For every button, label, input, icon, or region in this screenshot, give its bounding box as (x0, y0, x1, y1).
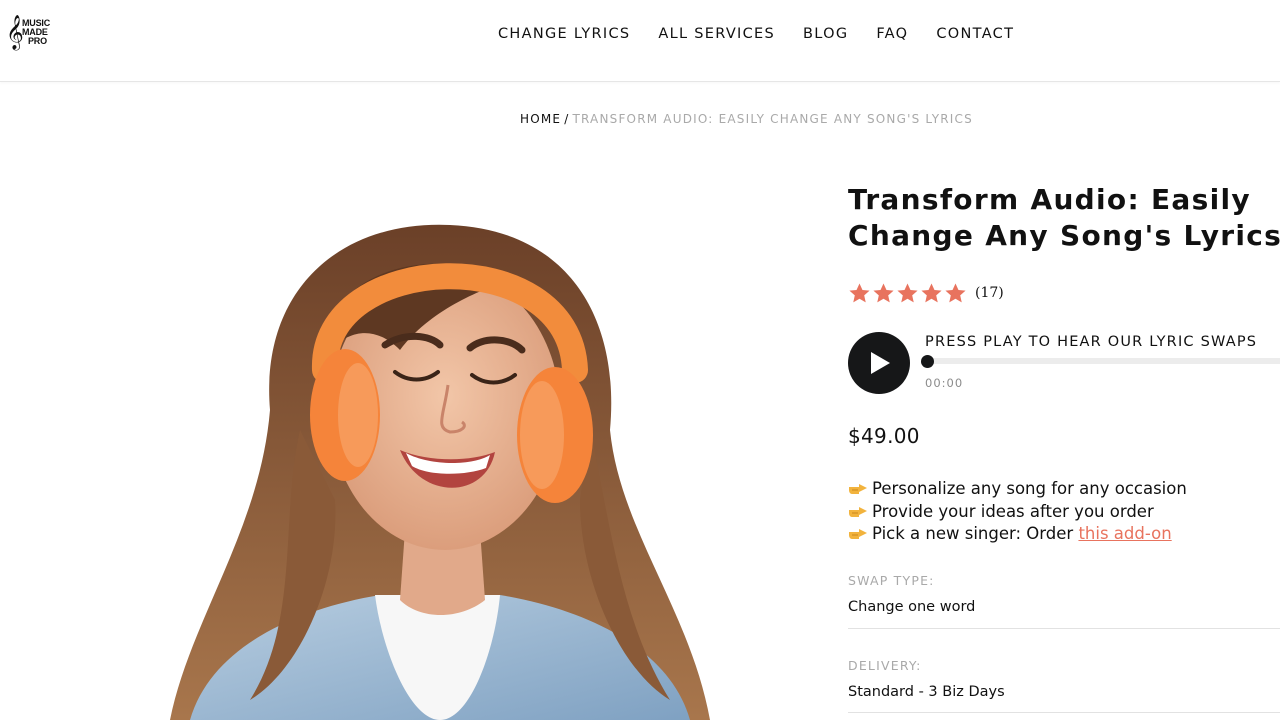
swap-type-select[interactable]: Change one word (848, 599, 975, 615)
delivery-select[interactable]: Standard - 3 Biz Days (848, 684, 1005, 700)
star-icon (897, 282, 918, 302)
pointing-hand-icon (849, 484, 867, 495)
audio-time: 00:00 (925, 376, 964, 390)
nav-change-lyrics[interactable]: CHANGE LYRICS (498, 24, 630, 44)
nav-all-services[interactable]: ALL SERVICES (658, 24, 775, 44)
audio-player: PRESS PLAY TO HEAR OUR LYRIC SWAPS 00:00 (848, 332, 1280, 396)
product-title: Transform Audio: Easily Change Any Song'… (848, 182, 1280, 254)
nav-blog[interactable]: BLOG (803, 24, 848, 44)
nav-contact[interactable]: CONTACT (936, 24, 1014, 44)
star-icon (921, 282, 942, 302)
site-logo[interactable]: 𝄞 MUSIC MADE PRO (6, 16, 62, 54)
feature-item: Personalize any song for any occasion (848, 478, 1187, 501)
product-rating[interactable]: (17) (848, 280, 1004, 306)
star-icon (945, 282, 966, 302)
breadcrumb-home-link[interactable]: HOME (520, 112, 561, 126)
site-header: 𝄞 MUSIC MADE PRO CHANGE LYRICS ALL SERVI… (0, 0, 1280, 82)
addon-link[interactable]: this add-on (1078, 523, 1171, 546)
product-price: $49.00 (848, 424, 920, 448)
audio-progress-track[interactable] (926, 358, 1280, 364)
feature-item: Pick a new singer: Order this add-on (848, 523, 1187, 546)
star-rating (848, 282, 967, 305)
breadcrumb: HOME / TRANSFORM AUDIO: EASILY CHANGE ANY … (520, 110, 973, 128)
play-button[interactable] (848, 332, 910, 394)
review-count[interactable]: (17) (975, 285, 1004, 301)
product-title-line1: Transform Audio: Easily (848, 183, 1251, 216)
product-image (150, 200, 730, 720)
logo-text-line3: PRO (28, 36, 47, 46)
star-icon (873, 282, 894, 302)
pointing-hand-icon (849, 529, 867, 540)
nav-faq[interactable]: FAQ (876, 24, 908, 44)
swap-type-label: SWAP TYPE: (848, 573, 935, 588)
breadcrumb-separator: / (564, 112, 570, 126)
smiling-woman-with-headphones-image (170, 224, 710, 720)
divider (848, 628, 1280, 629)
breadcrumb-current: TRANSFORM AUDIO: EASILY CHANGE ANY SONG'… (572, 112, 973, 126)
main-nav: CHANGE LYRICS ALL SERVICES BLOG FAQ CONT… (498, 24, 1014, 44)
audio-progress-handle[interactable] (921, 355, 934, 368)
play-icon (871, 352, 890, 374)
delivery-label: DELIVERY: (848, 658, 922, 673)
star-icon (849, 282, 870, 302)
feature-item: Provide your ideas after you order (848, 501, 1187, 524)
player-label: PRESS PLAY TO HEAR OUR LYRIC SWAPS (925, 334, 1258, 350)
feature-list: Personalize any song for any occasion Pr… (848, 478, 1187, 546)
pointing-hand-icon (849, 506, 867, 517)
product-title-line2: Change Any Song's Lyrics (848, 219, 1280, 252)
divider (848, 712, 1280, 713)
